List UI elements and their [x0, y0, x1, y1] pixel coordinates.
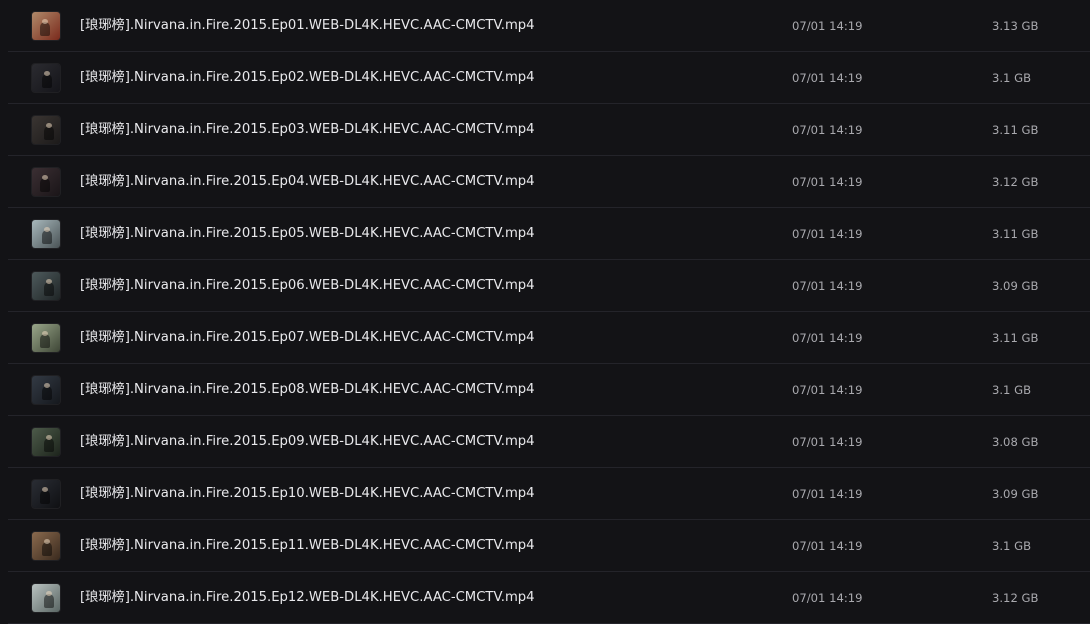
file-size: 3.11 GB — [992, 227, 1039, 241]
video-thumbnail-icon — [32, 220, 60, 248]
file-row[interactable]: [琅琊榜].Nirvana.in.Fire.2015.Ep02.WEB-DL4K… — [8, 52, 1090, 104]
file-size: 3.09 GB — [992, 487, 1039, 501]
file-size: 3.13 GB — [992, 19, 1039, 33]
file-name[interactable]: [琅琊榜].Nirvana.in.Fire.2015.Ep01.WEB-DL4K… — [80, 0, 535, 52]
file-name[interactable]: [琅琊榜].Nirvana.in.Fire.2015.Ep03.WEB-DL4K… — [80, 104, 535, 156]
file-row[interactable]: [琅琊榜].Nirvana.in.Fire.2015.Ep10.WEB-DL4K… — [8, 468, 1090, 520]
file-name[interactable]: [琅琊榜].Nirvana.in.Fire.2015.Ep08.WEB-DL4K… — [80, 364, 535, 416]
file-modified-date: 07/01 14:19 — [792, 123, 863, 137]
video-thumbnail-icon — [32, 428, 60, 456]
file-modified-date: 07/01 14:19 — [792, 591, 863, 605]
file-row[interactable]: [琅琊榜].Nirvana.in.Fire.2015.Ep04.WEB-DL4K… — [8, 156, 1090, 208]
file-row[interactable]: [琅琊榜].Nirvana.in.Fire.2015.Ep12.WEB-DL4K… — [8, 572, 1090, 624]
file-size: 3.11 GB — [992, 331, 1039, 345]
file-list: [琅琊榜].Nirvana.in.Fire.2015.Ep01.WEB-DL4K… — [0, 0, 1090, 624]
file-name[interactable]: [琅琊榜].Nirvana.in.Fire.2015.Ep04.WEB-DL4K… — [80, 156, 535, 208]
file-name[interactable]: [琅琊榜].Nirvana.in.Fire.2015.Ep09.WEB-DL4K… — [80, 416, 535, 468]
file-modified-date: 07/01 14:19 — [792, 435, 863, 449]
file-size: 3.11 GB — [992, 123, 1039, 137]
file-modified-date: 07/01 14:19 — [792, 539, 863, 553]
file-size: 3.08 GB — [992, 435, 1039, 449]
file-name[interactable]: [琅琊榜].Nirvana.in.Fire.2015.Ep02.WEB-DL4K… — [80, 52, 535, 104]
file-row[interactable]: [琅琊榜].Nirvana.in.Fire.2015.Ep05.WEB-DL4K… — [8, 208, 1090, 260]
video-thumbnail-icon — [32, 64, 60, 92]
file-row[interactable]: [琅琊榜].Nirvana.in.Fire.2015.Ep07.WEB-DL4K… — [8, 312, 1090, 364]
file-name[interactable]: [琅琊榜].Nirvana.in.Fire.2015.Ep12.WEB-DL4K… — [80, 572, 535, 624]
file-name[interactable]: [琅琊榜].Nirvana.in.Fire.2015.Ep07.WEB-DL4K… — [80, 312, 535, 364]
file-size: 3.1 GB — [992, 71, 1032, 85]
file-row[interactable]: [琅琊榜].Nirvana.in.Fire.2015.Ep11.WEB-DL4K… — [8, 520, 1090, 572]
file-size: 3.12 GB — [992, 175, 1039, 189]
video-thumbnail-icon — [32, 272, 60, 300]
file-row[interactable]: [琅琊榜].Nirvana.in.Fire.2015.Ep09.WEB-DL4K… — [8, 416, 1090, 468]
file-size: 3.09 GB — [992, 279, 1039, 293]
video-thumbnail-icon — [32, 324, 60, 352]
video-thumbnail-icon — [32, 376, 60, 404]
file-name[interactable]: [琅琊榜].Nirvana.in.Fire.2015.Ep06.WEB-DL4K… — [80, 260, 535, 312]
file-modified-date: 07/01 14:19 — [792, 175, 863, 189]
file-size: 3.1 GB — [992, 539, 1032, 553]
file-modified-date: 07/01 14:19 — [792, 331, 863, 345]
video-thumbnail-icon — [32, 584, 60, 612]
file-modified-date: 07/01 14:19 — [792, 383, 863, 397]
file-row[interactable]: [琅琊榜].Nirvana.in.Fire.2015.Ep01.WEB-DL4K… — [8, 0, 1090, 52]
video-thumbnail-icon — [32, 168, 60, 196]
file-row[interactable]: [琅琊榜].Nirvana.in.Fire.2015.Ep08.WEB-DL4K… — [8, 364, 1090, 416]
file-row[interactable]: [琅琊榜].Nirvana.in.Fire.2015.Ep06.WEB-DL4K… — [8, 260, 1090, 312]
video-thumbnail-icon — [32, 480, 60, 508]
file-name[interactable]: [琅琊榜].Nirvana.in.Fire.2015.Ep05.WEB-DL4K… — [80, 208, 535, 260]
video-thumbnail-icon — [32, 116, 60, 144]
video-thumbnail-icon — [32, 532, 60, 560]
file-name[interactable]: [琅琊榜].Nirvana.in.Fire.2015.Ep10.WEB-DL4K… — [80, 468, 535, 520]
video-thumbnail-icon — [32, 12, 60, 40]
file-modified-date: 07/01 14:19 — [792, 279, 863, 293]
file-modified-date: 07/01 14:19 — [792, 19, 863, 33]
file-row[interactable]: [琅琊榜].Nirvana.in.Fire.2015.Ep03.WEB-DL4K… — [8, 104, 1090, 156]
file-modified-date: 07/01 14:19 — [792, 487, 863, 501]
file-modified-date: 07/01 14:19 — [792, 227, 863, 241]
file-size: 3.12 GB — [992, 591, 1039, 605]
file-size: 3.1 GB — [992, 383, 1032, 397]
file-name[interactable]: [琅琊榜].Nirvana.in.Fire.2015.Ep11.WEB-DL4K… — [80, 520, 535, 572]
file-modified-date: 07/01 14:19 — [792, 71, 863, 85]
